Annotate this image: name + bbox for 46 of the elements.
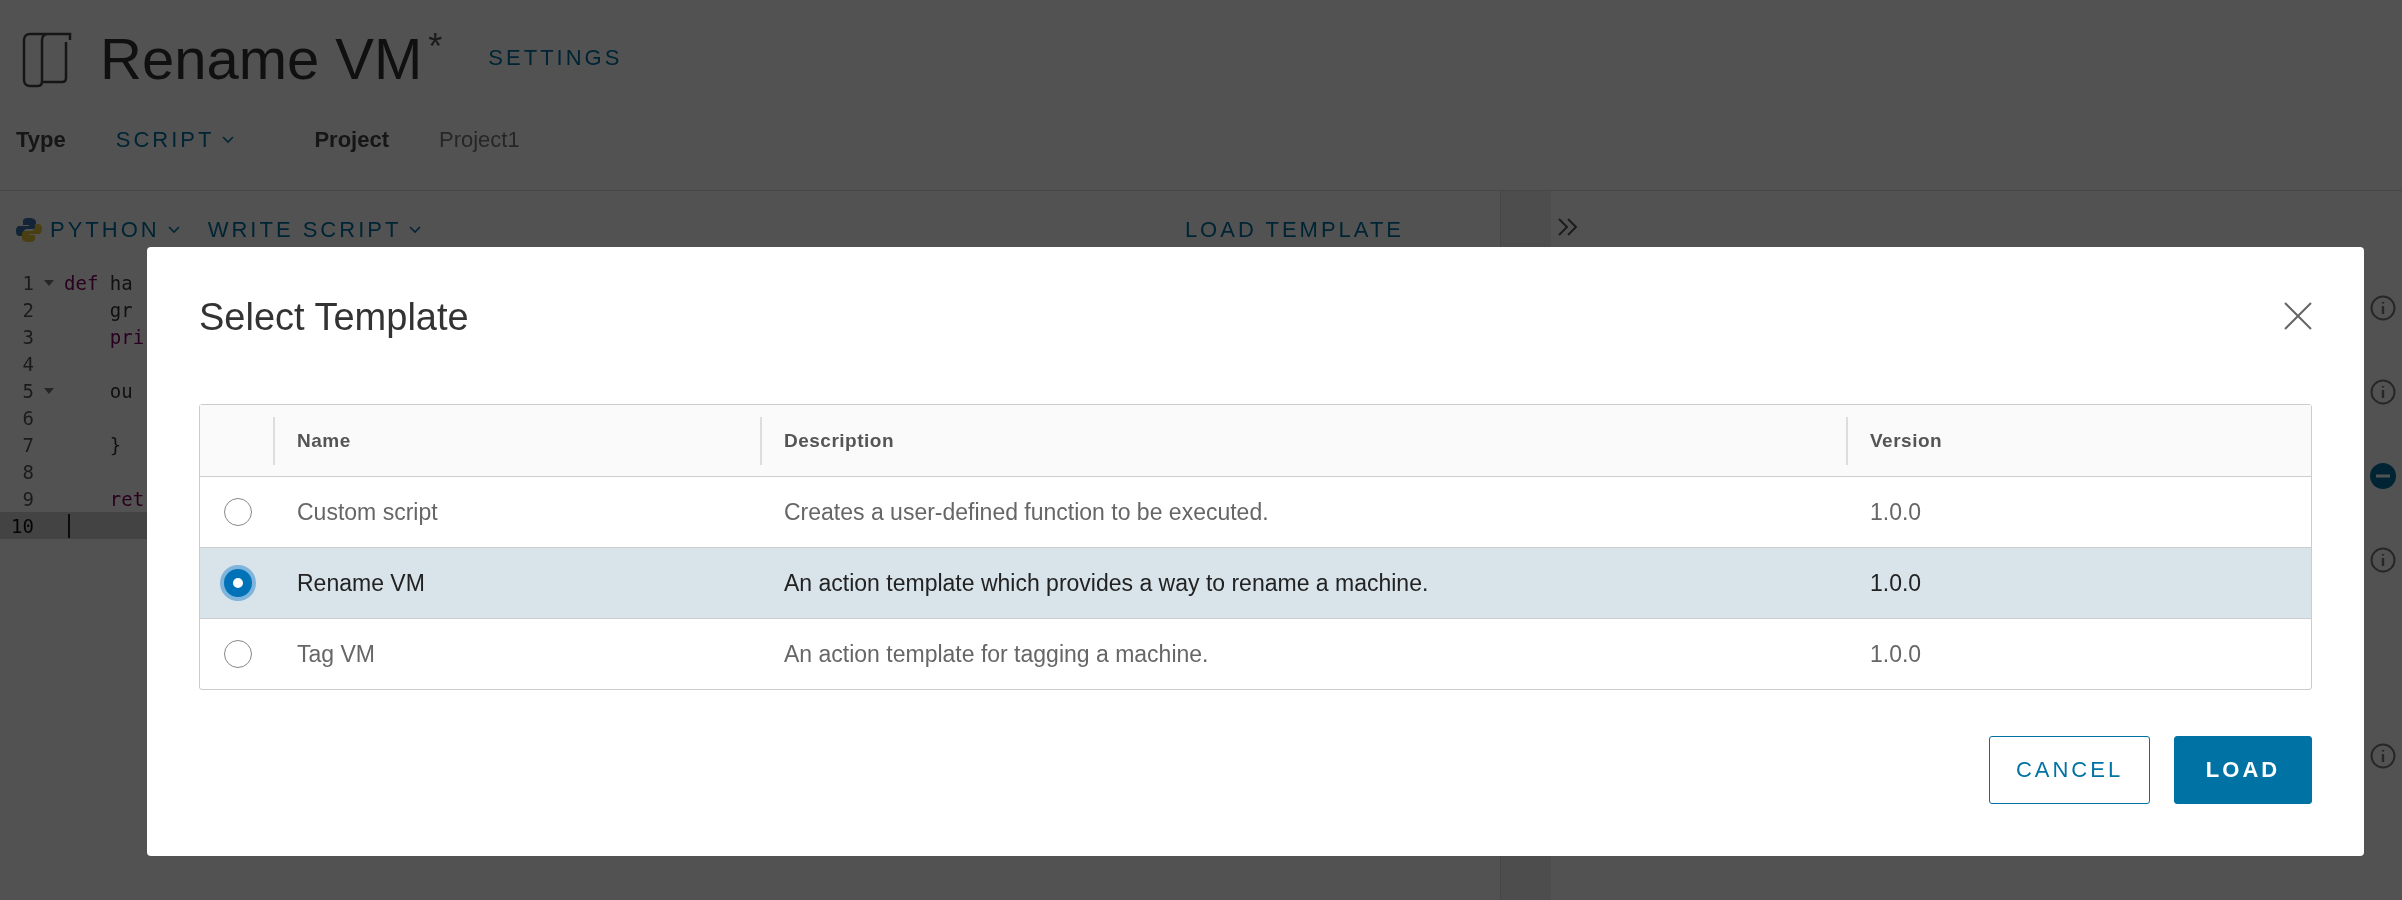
code-text: ret [108,487,145,510]
template-row[interactable]: Rename VM An action template which provides a way to rename a machine. 1.0.0 [200,547,2311,618]
info-icon[interactable] [2370,743,2396,769]
template-name: Rename VM [296,569,426,597]
column-header: Description [760,416,1846,465]
column-header: Name [273,416,760,465]
template-version: 1.0.0 [1869,569,1923,597]
radio-button[interactable] [224,640,252,668]
code-text: } [108,433,122,456]
double-chevron-icon[interactable] [1557,217,1579,237]
template-description: An action template which provides a way to rename a machine. [783,569,1430,597]
column-header: Version [1846,416,2311,465]
cancel-button[interactable]: CANCEL [1989,736,2150,804]
fold-caret-icon[interactable] [44,279,54,286]
code-text: ou [108,379,133,402]
fold-caret-icon[interactable] [44,387,54,394]
chevron-down-icon [222,136,235,144]
radio-button[interactable] [224,498,252,526]
code-text: ha [108,271,133,294]
template-version: 1.0.0 [1869,640,1923,668]
close-icon [2284,301,2312,330]
info-icon[interactable] [2370,547,2396,573]
template-name: Tag VM [296,640,376,668]
dialog-title: Select Template [199,295,469,339]
code-text: pri [108,325,145,348]
python-logo-icon [16,217,42,243]
page-title: Rename VM [100,24,423,92]
unsaved-mark: * [428,26,443,68]
radio-button[interactable] [224,569,252,597]
line-number: 10 [10,514,34,537]
minus-circle-icon[interactable] [2370,463,2396,489]
template-description: An action template for tagging a machine. [783,640,1210,668]
chevron-down-icon [409,226,422,234]
template-version: 1.0.0 [1869,498,1923,526]
code-text: gr [108,298,133,321]
field-label: Project [314,127,389,153]
template-row[interactable]: Tag VM An action template for tagging a machine. 1.0.0 [200,618,2311,689]
info-icon[interactable] [2370,295,2396,321]
chevron-down-icon [167,226,180,234]
template-description: Creates a user-defined function to be executed. [783,498,1270,526]
template-name: Custom script [296,498,439,526]
info-icon[interactable] [2370,379,2396,405]
text-cursor [68,513,70,538]
load-button[interactable]: LOAD [2174,736,2312,804]
code-text: def [64,271,99,294]
field-label: Type [16,127,66,153]
